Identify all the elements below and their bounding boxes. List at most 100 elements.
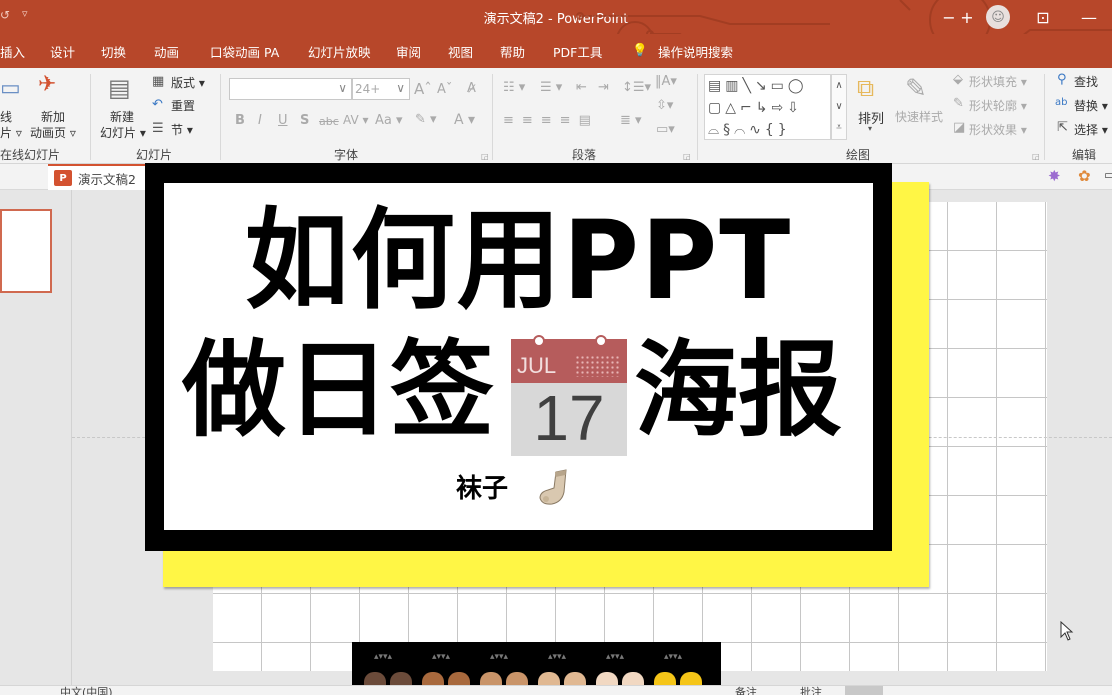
find-button[interactable]: 查找 [1074, 73, 1098, 90]
account-avatar[interactable]: ☺ [986, 5, 1010, 29]
paint-bucket-icon: ⬙ [953, 72, 963, 87]
tab-view[interactable]: 视图 [448, 42, 473, 61]
quick-styles-icon[interactable]: ✎ [905, 74, 927, 104]
group-label-drawing: 绘图 [846, 148, 871, 162]
add-animation-page-label-1[interactable]: 新加 [41, 108, 65, 125]
shape-effects-button[interactable]: 形状效果 ▾ [969, 121, 1027, 138]
online-slides-icon[interactable]: ▭ [0, 76, 21, 101]
sparkle-icon: ▴▾▾▴ [374, 652, 393, 662]
tab-design[interactable]: 设计 [50, 42, 75, 61]
group-label-slides: 幻灯片 [136, 148, 173, 162]
shadow-button[interactable]: S [300, 113, 309, 128]
calendar-ring [533, 335, 545, 347]
poster-author[interactable]: 袜子 [456, 468, 508, 505]
poster-black-frame[interactable]: 如何用PPT 做日签 JUL 17 海报 袜子 [145, 163, 892, 551]
bullets-icon[interactable]: ☷ ▾ [503, 80, 525, 95]
poster-title-line2a[interactable]: 做日签 [182, 335, 494, 445]
arrange-icon[interactable]: ⧉ [857, 74, 874, 102]
tab-review[interactable]: 审阅 [396, 42, 421, 61]
tab-transitions[interactable]: 切换 [101, 42, 126, 61]
poster-title-line1[interactable]: 如何用PPT [164, 202, 873, 318]
decrease-indent-icon[interactable]: ⇤ [576, 80, 587, 95]
tab-pocket-animation[interactable]: 口袋动画 PA [210, 42, 279, 61]
alignment-icons[interactable]: ≡≡≡≡▤ [503, 113, 599, 128]
minus-icon[interactable]: − [940, 8, 958, 27]
shapes-row: ▢△⌐↳⇨⇩ [708, 100, 803, 116]
document-tab[interactable]: P 演示文稿2 [48, 164, 146, 190]
numbering-icon[interactable]: ☰ ▾ [540, 80, 562, 95]
language-status[interactable]: 中文(中国) [60, 686, 113, 695]
align-text-icon[interactable]: ⇳▾ [656, 98, 673, 113]
increase-font-icon[interactable]: Aˆ [414, 80, 432, 98]
shapes-row: ▤▥╲↘▭◯ [708, 78, 808, 94]
increase-indent-icon[interactable]: ⇥ [598, 80, 609, 95]
replace-button[interactable]: 替换 ▾ [1074, 97, 1108, 114]
tab-insert[interactable]: 插入 [0, 42, 25, 61]
gallery-scroll[interactable]: ∧ ∨ ⩡ [831, 74, 847, 140]
font-size-combo[interactable]: 24+ ∨ [352, 78, 410, 100]
underline-button[interactable]: U [278, 113, 288, 128]
quick-styles-button[interactable]: 快速样式 [895, 108, 943, 125]
normal-view-button[interactable] [845, 686, 883, 695]
tab-animations[interactable]: 动画 [154, 42, 179, 61]
font-color-button[interactable]: A ▾ [454, 112, 475, 128]
online-slides-label-2[interactable]: 片 ▿ [0, 124, 22, 141]
add-animation-page-label-2[interactable]: 动画页 ▿ [30, 124, 76, 141]
chevron-down-icon[interactable]: ▾ [868, 124, 872, 133]
mouse-cursor-icon [1060, 621, 1074, 641]
italic-button[interactable]: I [258, 113, 262, 128]
reset-icon: ↶ [152, 97, 163, 112]
tab-help[interactable]: 帮助 [500, 42, 525, 61]
chevron-down-icon[interactable]: ∨ [396, 81, 405, 95]
shape-outline-button[interactable]: 形状轮廓 ▾ [969, 97, 1027, 114]
separator [220, 74, 221, 160]
dialog-launcher-icon[interactable]: ◲ [481, 152, 489, 161]
slide-thumbnail[interactable] [0, 209, 52, 293]
group-label-editing: 编辑 [1072, 148, 1097, 162]
shape-fill-button[interactable]: 形状填充 ▾ [969, 73, 1027, 90]
strikethrough-button[interactable]: abc [319, 115, 339, 128]
new-slide-icon[interactable]: ▤ [108, 74, 131, 102]
magic-wand-icon[interactable]: ✸ [1048, 167, 1061, 185]
highlight-icon[interactable]: ✎ ▾ [415, 112, 437, 127]
shapes-gallery[interactable]: ▤▥╲↘▭◯ ▢△⌐↳⇨⇩ ⌓§⌒∿{} [704, 74, 831, 140]
bold-button[interactable]: B [235, 113, 245, 128]
ribbon-display-icon[interactable]: ⊡ [1020, 8, 1066, 27]
new-slide-label-1[interactable]: 新建 [110, 108, 134, 125]
poster-title-line2b[interactable]: 海报 [634, 335, 842, 445]
tell-me-search[interactable]: 操作说明搜索 [658, 42, 733, 61]
reset-button[interactable]: 重置 [171, 97, 195, 114]
replace-icon: ab [1055, 97, 1068, 108]
calendar-dots [575, 355, 621, 377]
columns-icon[interactable]: ≣ ▾ [620, 113, 642, 128]
notes-button[interactable]: 备注 [735, 686, 757, 695]
smartart-icon[interactable]: ▭▾ [656, 122, 675, 137]
select-button[interactable]: 选择 ▾ [1074, 121, 1108, 138]
dialog-launcher-icon[interactable]: ◲ [1032, 152, 1040, 161]
chevron-down-icon[interactable]: ∨ [338, 81, 347, 95]
online-slides-label-1[interactable]: 线 [0, 108, 12, 125]
decrease-font-icon[interactable]: Aˇ [437, 82, 452, 97]
clear-formatting-icon[interactable]: A̷ [467, 81, 476, 96]
add-animation-page-icon[interactable]: ✈ [38, 72, 56, 97]
plus-icon[interactable]: + [958, 8, 976, 27]
change-case-button[interactable]: Aa ▾ [375, 113, 403, 128]
comments-button[interactable]: 批注 [800, 686, 822, 695]
new-slide-label-2[interactable]: 幻灯片 ▾ [100, 124, 146, 141]
gear-icon[interactable]: ✿ [1078, 167, 1091, 185]
restore-icon[interactable]: ▭ [1104, 168, 1112, 183]
section-button[interactable]: 节 ▾ [171, 121, 193, 138]
minimize-icon[interactable]: — [1066, 8, 1112, 27]
calendar-month: JUL [517, 353, 557, 378]
calendar-ring [595, 335, 607, 347]
line-spacing-icon[interactable]: ↕☰▾ [622, 80, 651, 95]
font-name-combo[interactable]: ∨ [229, 78, 352, 100]
layout-button[interactable]: 版式 ▾ [171, 74, 205, 91]
dialog-launcher-icon[interactable]: ◲ [683, 152, 691, 161]
pencil-icon: ✎ [953, 96, 964, 111]
char-spacing-button[interactable]: AV ▾ [343, 113, 369, 127]
tab-slideshow[interactable]: 幻灯片放映 [308, 42, 371, 61]
sparkle-icon: ▴▾▾▴ [432, 652, 451, 662]
tab-pdf-tools[interactable]: PDF工具 [553, 42, 602, 61]
text-direction-icon[interactable]: ‖A▾ [655, 74, 677, 89]
